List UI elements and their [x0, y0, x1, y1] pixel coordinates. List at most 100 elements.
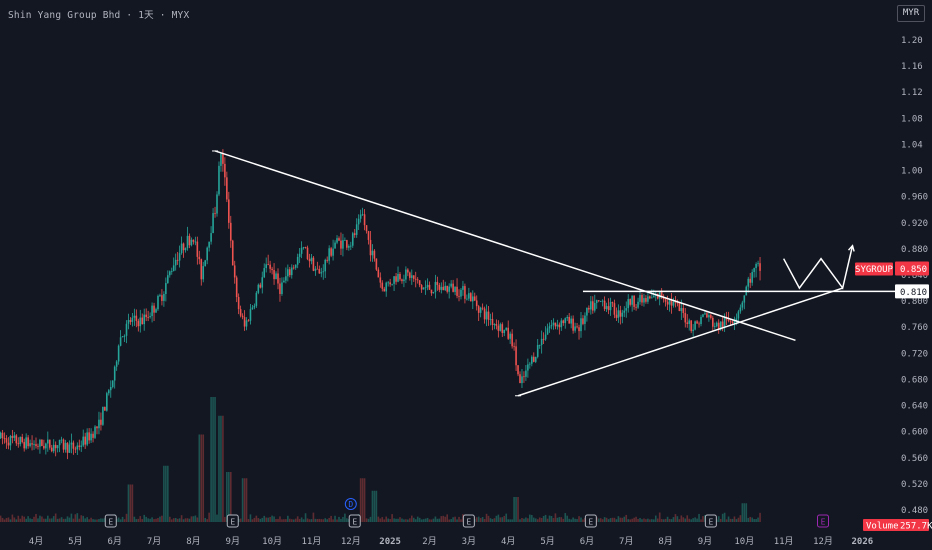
candle-body [253, 305, 256, 308]
candle-body [346, 240, 348, 248]
volume-bar [682, 517, 685, 522]
candle-body [302, 247, 305, 249]
time-tick-label: 12月 [341, 536, 361, 547]
volume-bar [629, 519, 631, 522]
candle-body [281, 282, 283, 294]
volume-bar [340, 518, 342, 522]
candle-body [389, 282, 391, 285]
candle-body [611, 302, 614, 304]
candle-body [367, 231, 370, 240]
volume-bar [210, 397, 212, 522]
volume-bar [3, 519, 6, 522]
time-tick-label: 6月 [580, 536, 594, 547]
candle-body [204, 260, 207, 267]
candle-body [98, 419, 100, 429]
volume-bar [279, 516, 281, 522]
candle-body [102, 406, 104, 425]
candle-body [531, 356, 533, 364]
volume-bar [440, 516, 443, 522]
volume-bar [637, 518, 639, 522]
volume-bar [82, 515, 85, 522]
volume-bar [94, 519, 96, 522]
candle-body [576, 326, 578, 328]
volume-bar [149, 518, 151, 522]
price-tick-label: 1.16 [901, 62, 923, 72]
volume-bar [607, 519, 610, 522]
candle-body [9, 435, 12, 446]
candle-body [584, 315, 586, 324]
volume-bar [165, 465, 167, 522]
candle-body [165, 283, 167, 294]
candle-body [544, 334, 547, 340]
candle-body [245, 320, 248, 327]
candle-body [424, 287, 427, 289]
volume-bar [289, 518, 291, 522]
volume-bar [100, 518, 102, 522]
volume-bar [385, 516, 388, 522]
volume-bar [365, 518, 368, 522]
time-tick-label: 8月 [186, 536, 200, 547]
candle-body [727, 319, 730, 322]
volume-bar [102, 518, 104, 522]
volume-bar [367, 518, 370, 522]
volume-bar [241, 478, 244, 522]
volume-bar [190, 516, 193, 522]
volume-bar [25, 518, 27, 522]
volume-bar [336, 519, 338, 522]
price-chart[interactable]: 1.20 1.16 1.12 1.08 1.04 1.00 0.960 0.920 0.880 0… [0, 0, 932, 550]
candle-body [296, 256, 299, 265]
price-tick-label: 1.00 [901, 167, 923, 177]
volume-bar [517, 497, 519, 522]
volume-bar [621, 517, 624, 522]
candle-body [601, 300, 604, 302]
candle-body [647, 296, 649, 302]
candle-body [473, 296, 476, 301]
volume-bar [125, 513, 128, 522]
candle-body [226, 177, 228, 200]
volume-bar [157, 517, 159, 522]
volume-bar [611, 517, 614, 522]
candle-body [442, 286, 445, 291]
volume-bar [31, 518, 33, 522]
candle-body [310, 257, 313, 262]
candle-body [403, 279, 405, 282]
volume-bar [155, 518, 157, 522]
candle-body [680, 308, 683, 312]
candle-body [47, 439, 49, 444]
candle-body [121, 336, 124, 338]
candle-body [178, 253, 181, 261]
volume-bar [452, 517, 454, 522]
candle-body [385, 282, 388, 292]
candle-body [405, 269, 407, 280]
volume-bar [757, 517, 759, 522]
candle-body [233, 265, 236, 278]
candle-body [468, 293, 470, 299]
volume-bar [389, 519, 391, 522]
candle-body [391, 283, 393, 285]
volume-bar [507, 519, 509, 522]
candle-body [159, 295, 161, 297]
earnings-marker-label: E [708, 518, 713, 527]
volume-bar [446, 514, 449, 522]
volume-bar [572, 517, 574, 522]
volume-bar [698, 513, 700, 522]
price-tick-label: 0.880 [901, 245, 928, 255]
volume-bar [206, 519, 208, 522]
candle-body [316, 268, 319, 270]
volume-bar [369, 516, 372, 522]
candle-body [434, 281, 437, 292]
price-tick-label: 0.560 [901, 454, 928, 464]
volume-bar [434, 516, 437, 522]
time-tick-label: 11月 [302, 536, 322, 547]
candle-body [401, 279, 403, 282]
volume-bar [373, 490, 376, 522]
volume-bar [623, 516, 626, 522]
volume-bar [649, 519, 651, 522]
candle-body [17, 443, 20, 445]
candle-body [432, 291, 435, 294]
volume-bar [641, 519, 643, 522]
candle-body [324, 259, 327, 272]
volume-bar [188, 518, 191, 522]
candle-body [580, 318, 582, 332]
candle-body [338, 238, 340, 241]
